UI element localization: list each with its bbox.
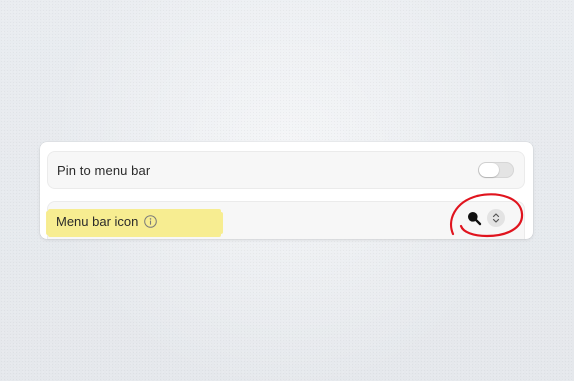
menu-bar-icon-picker[interactable] [466,209,505,227]
pin-to-menu-bar-label: Pin to menu bar [57,162,151,178]
setting-row-pin-to-menu-bar: Pin to menu bar [47,151,525,189]
chevron-up-down-icon[interactable] [487,209,505,227]
pin-to-menu-bar-toggle[interactable] [478,162,514,178]
toggle-knob [479,163,499,177]
menu-bar-icon-label: Menu bar icon [56,213,139,229]
search-icon [466,210,482,226]
menu-bar-icon-label-group: Menu bar icon [56,209,158,233]
info-icon[interactable] [144,214,158,228]
